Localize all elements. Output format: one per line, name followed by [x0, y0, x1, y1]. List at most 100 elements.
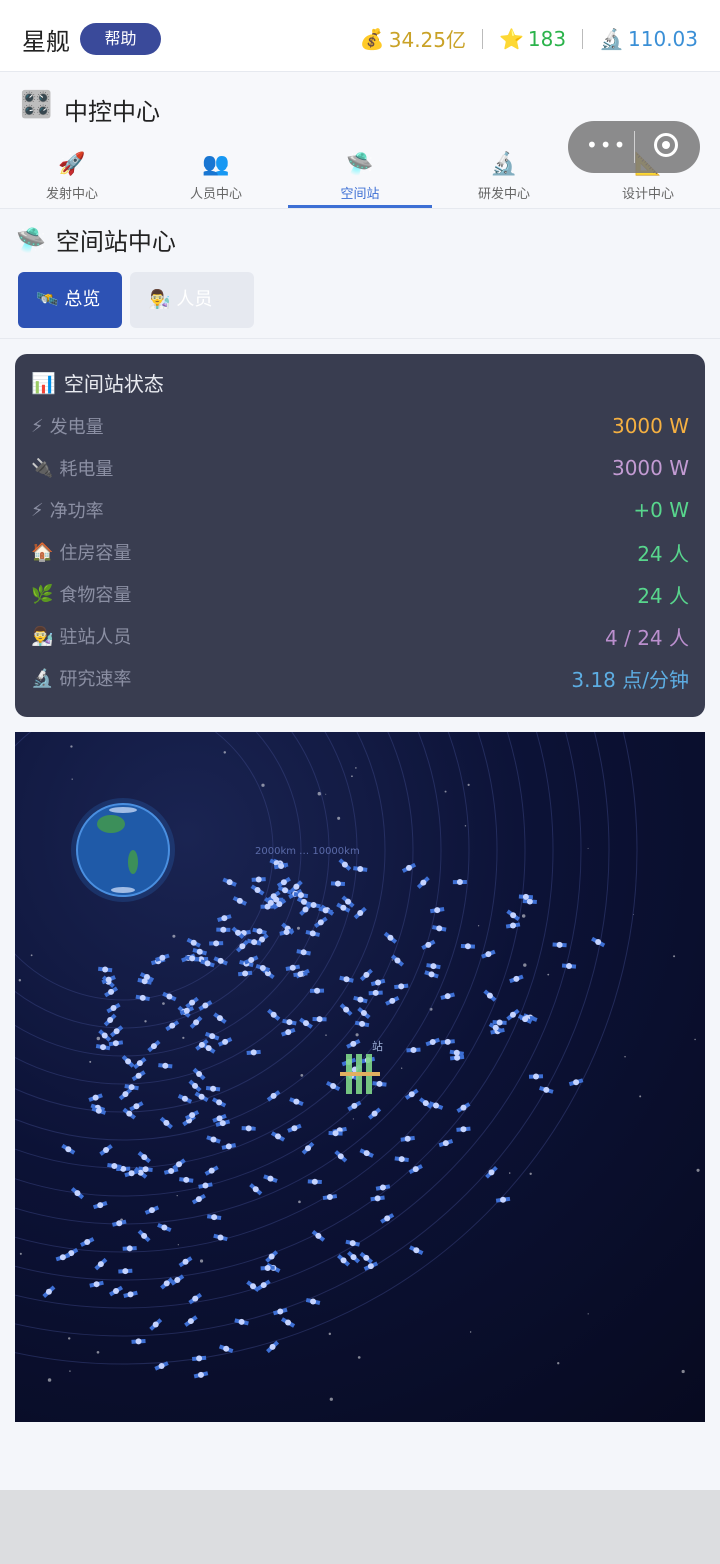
satellite-body	[280, 879, 287, 886]
tab-label: 发射中心	[45, 187, 98, 202]
capsule-divider	[634, 131, 635, 163]
overview-tab[interactable]: 🛰️ 总览	[18, 272, 122, 328]
satellite-body	[436, 925, 443, 932]
more-options-icon[interactable]: •••	[586, 133, 627, 157]
star-dot	[464, 825, 467, 827]
satellite-body	[259, 965, 266, 972]
satellite-body	[254, 886, 261, 893]
satellite-body	[573, 1079, 580, 1086]
money-stat: 💰 34.25亿	[360, 24, 466, 53]
satellite-body	[196, 1355, 203, 1362]
satellite-body	[267, 899, 274, 906]
satellite-body	[334, 880, 341, 887]
star-dot	[337, 816, 341, 820]
satellite-body	[286, 1019, 293, 1026]
status-row: 🌿 食物容量 24 人	[31, 573, 689, 615]
control-center-title: 中控中心	[64, 98, 160, 126]
satellite-body	[267, 1175, 274, 1182]
satellite-body	[152, 1321, 159, 1328]
star-dot	[176, 1195, 178, 1197]
tab-label: 人员中心	[189, 187, 242, 202]
satellite-body	[270, 1011, 277, 1018]
satellite-body	[135, 1338, 142, 1345]
close-target-icon[interactable]	[654, 133, 678, 157]
satellite-body	[357, 996, 364, 1003]
satellite-body	[297, 892, 304, 899]
satellite-body	[101, 1032, 108, 1039]
satellite-body	[309, 930, 316, 937]
star-dot	[523, 963, 527, 967]
satellite-body	[189, 1112, 196, 1119]
satellite-body	[283, 929, 290, 936]
satellite-body	[444, 1038, 451, 1045]
satellite-body	[410, 1047, 417, 1054]
satellite-body	[367, 1263, 374, 1270]
satellite-body	[442, 1140, 449, 1147]
satellite-body	[223, 1345, 230, 1352]
satellite-body	[509, 1011, 516, 1018]
status-row-label: 净功率	[49, 501, 104, 522]
satellite-body	[158, 1362, 165, 1369]
tab-research-center[interactable]: 🔬 研发中心	[432, 140, 576, 208]
satellite-body	[371, 1110, 378, 1117]
satellite-body	[139, 994, 146, 1001]
satellite-body	[291, 1125, 298, 1132]
satellite-body	[556, 941, 563, 948]
tab-space-station[interactable]: 🛸 空间站	[288, 140, 432, 208]
status-row-label: 发电量	[49, 417, 104, 438]
star-dot	[298, 1200, 301, 1204]
satellite-body	[116, 1220, 123, 1227]
star-dot	[96, 1350, 100, 1354]
bar-chart-icon: 📊	[31, 370, 56, 395]
satellite-body	[74, 1190, 81, 1197]
miniprogram-capsule: •••	[568, 121, 700, 173]
star-dot	[329, 1397, 333, 1401]
satellite-body	[408, 1091, 415, 1098]
satellite-body	[113, 1288, 120, 1295]
satellite-body	[340, 1257, 347, 1264]
satellite-body	[163, 1280, 170, 1287]
tab-launch-center[interactable]: 🚀 发射中心	[0, 140, 144, 208]
satellite-body	[190, 939, 197, 946]
satellite-body	[159, 954, 166, 961]
ufo-icon: 🛸	[16, 225, 46, 254]
satellite-body	[195, 1196, 202, 1203]
satellite-body	[293, 1098, 300, 1105]
satellite-body	[198, 1041, 205, 1048]
status-row-icon: 👨‍🔬	[31, 625, 54, 647]
stars-stat: ⭐ 183	[499, 27, 566, 51]
satellite-body	[126, 1110, 133, 1117]
satellite-body	[454, 1054, 461, 1061]
satellite-body	[108, 988, 115, 995]
help-button[interactable]: 帮助	[80, 23, 161, 55]
star-dot	[681, 1369, 685, 1374]
star-dot	[355, 1033, 359, 1037]
satellite-body	[222, 1038, 229, 1045]
star-dot	[19, 1252, 22, 1255]
satellite-body	[433, 1102, 440, 1109]
satellite-body	[526, 898, 533, 905]
microscope-icon: 🔬	[490, 152, 518, 177]
star-dot	[477, 925, 480, 927]
status-row-icon: ⚡	[31, 499, 44, 521]
research-stat: 🔬 110.03	[599, 27, 698, 51]
status-row-icon: 🌿	[31, 583, 54, 605]
satellite-body	[226, 879, 233, 886]
satellite-body	[174, 1277, 181, 1284]
status-row-icon: 🏠	[31, 541, 54, 563]
orbit-map[interactable]: 2000km … 10000km 站	[15, 732, 705, 1422]
satellite-body	[322, 907, 329, 914]
overview-label: 总览	[64, 289, 101, 310]
star-dot	[352, 1118, 354, 1120]
status-label: ⚡ 净功率	[31, 497, 104, 523]
satellite-body	[398, 1156, 405, 1163]
star-dot	[144, 1020, 147, 1023]
satellite-body	[250, 1283, 257, 1290]
satellite-body	[210, 1136, 217, 1143]
satellite-body	[210, 1085, 217, 1092]
satellite-body	[220, 926, 227, 933]
staff-tab[interactable]: 👨‍🔬 人员	[130, 272, 254, 328]
tab-personnel-center[interactable]: 👥 人员中心	[144, 140, 288, 208]
satellite-body	[168, 1168, 175, 1175]
satellite-body	[488, 1169, 495, 1176]
